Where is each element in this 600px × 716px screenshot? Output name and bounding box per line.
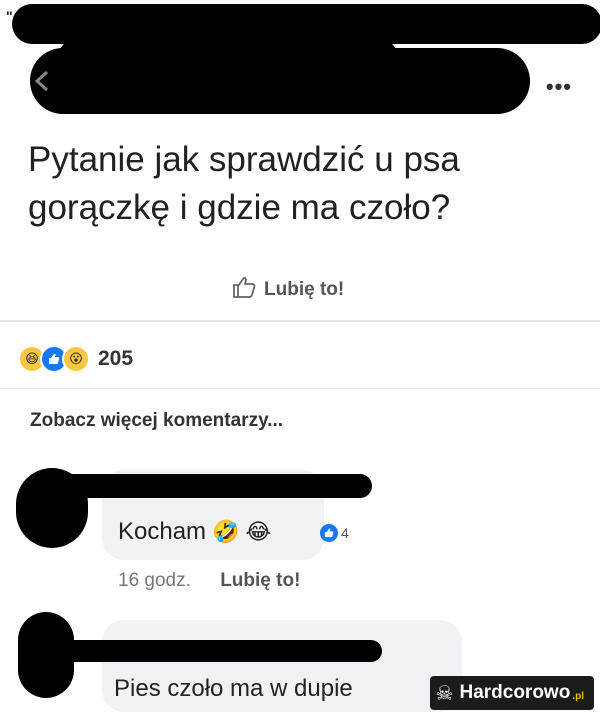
wow-emoji-icon: 😮 [62, 345, 90, 373]
thumbs-up-icon [232, 276, 256, 304]
comment-text-2: Pies czoło ma w dupie [114, 675, 353, 702]
comment-content-2: Pies czoło ma w dupie [114, 675, 353, 703]
watermark-name: Hardcorowo [459, 682, 571, 703]
comment-like-button-1[interactable]: Lubię to! [220, 570, 300, 591]
skull-icon: ☠ [435, 682, 454, 705]
comment-content-1: Kocham 🤣 😂 [118, 518, 271, 546]
redaction-header-extra [58, 40, 398, 74]
rofl-emoji-icon: 🤣 [212, 519, 240, 544]
redaction-commenter-name-2 [46, 640, 382, 662]
reaction-count: 205 [98, 347, 134, 370]
watermark-logo: ☠ Hardcorowo .pl [429, 676, 594, 710]
like-button[interactable]: Lubię to! [232, 276, 344, 304]
laughing-emoji-icon: 😂 [245, 519, 272, 544]
comment-reaction-count-1: 4 [341, 525, 349, 541]
comment-time-1: 16 godz. [118, 570, 191, 591]
like-button-label: Lubię to! [264, 279, 345, 300]
divider-bottom [0, 388, 600, 389]
like-icon [320, 524, 338, 542]
reactions-summary[interactable]: 😆 😮 205 [18, 345, 133, 373]
redaction-commenter-name-1 [50, 474, 372, 498]
comment-reactions-1[interactable]: 4 [320, 524, 349, 542]
comment-text-1: Kocham [118, 518, 207, 545]
redaction-top-bar [12, 4, 600, 44]
more-dots-icon[interactable]: ••• [546, 74, 572, 100]
watermark-suffix: .pl [572, 691, 584, 702]
post-text: Pytanie jak sprawdzić u psa gorączkę i g… [28, 140, 460, 227]
more-comments-link[interactable]: Zobacz więcej komentarzy... [30, 410, 283, 432]
comment-meta-1: 16 godz. Lubię to! [118, 570, 300, 592]
divider-top [0, 320, 600, 322]
quote-mark-glyph: " [6, 8, 13, 24]
chevron-left-icon[interactable] [34, 70, 52, 92]
